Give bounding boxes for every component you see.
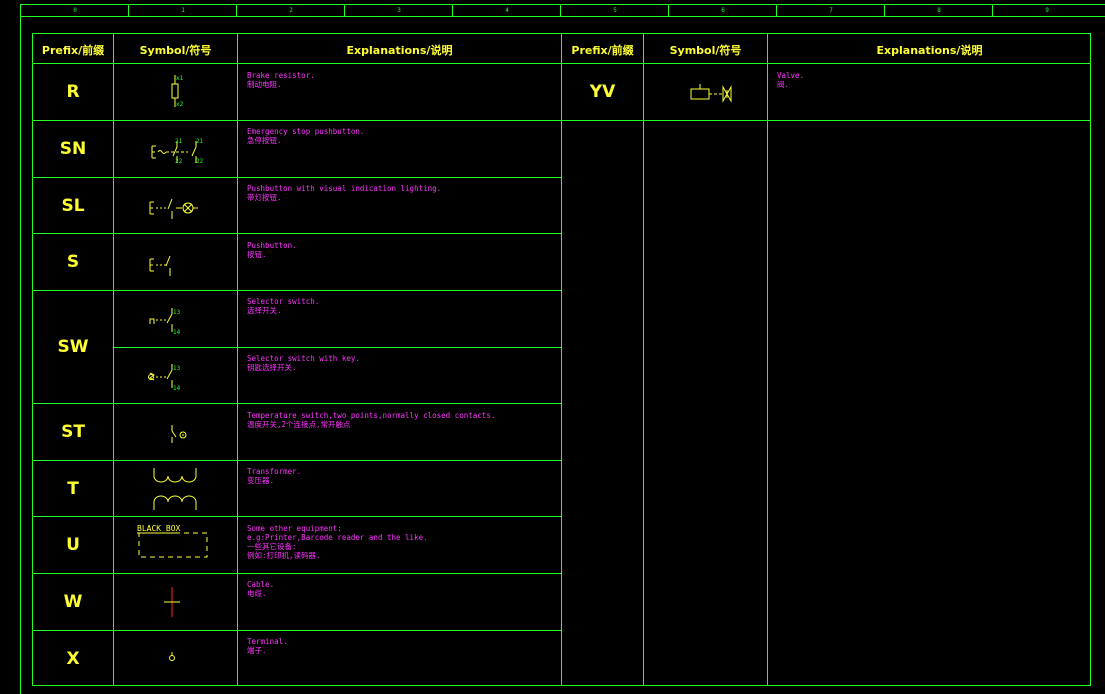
grid-line [32,516,561,517]
terminal-label: 22 [196,158,204,165]
explanation-line: 例如:打印机,读码器. [247,551,321,560]
prefix-cell: SN [59,139,87,159]
explanation-line: 按钮. [247,250,267,259]
grid-line [32,120,1091,121]
explanation-cell: Pushbutton with visual indication lighti… [247,184,441,202]
header-symbol-right: Symbol/符号 [669,44,742,57]
prefix-cell: T [67,479,79,499]
explanation-line: 钥匙选择开关. [247,363,297,372]
black-box-label: BLACK_BOX [137,524,181,533]
grid-line [32,233,561,234]
explanation-line: 制动电阻. [247,80,282,89]
grid-line [32,460,561,461]
explanation-line: Selector switch. [247,297,320,306]
resistor-symbol: x1 x2 [171,75,184,108]
explanation-line: Emergency stop pushbutton. [247,127,365,136]
prefix-cell: U [66,535,80,555]
explanation-cell: Emergency stop pushbutton. 急停按钮. [247,127,364,145]
terminal-label: x2 [176,101,184,108]
explanation-cell: Temperature switch,two points,normally c… [247,411,495,429]
explanation-line: Pushbutton with visual indication lighti… [247,184,442,193]
terminal-label: 13 [173,365,181,372]
grid-line [113,347,561,348]
explanation-line: 选择开关. [247,306,282,315]
temperature-switch-symbol [171,425,187,443]
grid-line [767,33,768,686]
grid-line [32,573,561,574]
grid-line [32,63,1091,64]
explanation-line: 温度开关,2个连接点,常开触点 [247,420,351,429]
terminal-label: x1 [176,75,184,82]
explanation-line: 急停按钮. [247,136,282,145]
terminal-label: 13 [173,309,181,316]
terminal-label: 22 [175,158,183,165]
key-selector-switch-symbol: 13 14 [148,364,181,392]
header-symbol: Symbol/符号 [139,44,212,57]
explanation-cell: Pushbutton. 按钮. [247,241,297,259]
selector-switch-symbol: 13 14 [149,308,181,336]
explanation-cell: Valve. 阀. [777,71,804,89]
grid-line [643,33,644,686]
explanation-line: Selector switch with key. [247,354,360,363]
explanation-cell: Transformer. 变压器. [247,467,301,485]
terminal-label: 14 [173,329,181,336]
explanation-line: Valve. [777,71,805,80]
grid-line [561,33,562,686]
prefix-cell: W [63,592,83,612]
header-explanations-right: Explanations/说明 [876,44,983,57]
explanation-line: e.g:Printer,Barcode reader and the like. [247,533,428,542]
illuminated-pushbutton-symbol [149,198,198,219]
explanation-line: 带灯按钮. [247,193,282,202]
explanation-line: 变压器. [247,476,275,485]
transformer-symbol [153,468,197,510]
explanation-cell: Terminal. 端子. [247,637,288,655]
header-prefix: Prefix/前缀 [41,44,105,57]
explanation-line: 端子. [247,646,267,655]
explanation-cell: Selector switch. 选择开关. [247,297,319,315]
explanation-cell: Cable. 电缆. [247,580,274,598]
prefix-cell: ST [61,422,85,442]
prefix-cell: SL [61,196,85,216]
grid-line [32,403,561,404]
grid-line [237,33,238,686]
valve-symbol [690,84,732,103]
explanation-cell: Selector switch with key. 钥匙选择开关. [247,354,360,372]
explanation-line: 一些其它设备: [247,542,297,551]
explanation-line: Transformer. [247,467,302,476]
grid-line [32,630,561,631]
prefix-cell: R [66,82,80,102]
explanation-line: Brake resistor. [247,71,315,80]
terminal-label: 21 [196,138,204,145]
explanation-cell: Brake resistor. 制动电阻. [247,71,315,89]
explanation-line: Temperature switch,two points,normally c… [247,411,496,420]
pushbutton-symbol [149,255,171,276]
explanation-line: 电缆. [247,589,267,598]
grid-line [32,290,561,291]
explanation-line: 阀. [777,80,790,89]
explanation-line: Terminal. [247,637,288,646]
grid-line [32,177,561,178]
prefix-cell: SW [57,337,89,357]
cable-symbol [164,587,180,617]
header-explanations: Explanations/说明 [346,44,453,57]
grid-line [113,33,114,686]
explanation-line: Cable. [247,580,275,589]
black-box-symbol: BLACK_BOX [137,524,208,558]
terminal-symbol [169,652,175,661]
explanation-line: Pushbutton. [247,241,297,250]
prefix-cell: S [66,252,80,272]
terminal-label: 21 [175,138,183,145]
header-prefix-right: Prefix/前缀 [571,44,634,57]
terminal-label: 14 [173,385,181,392]
prefix-cell: YV [589,82,616,102]
explanation-line: Some other equipment: [247,524,342,533]
emergency-stop-symbol: 21 22 21 22 [151,138,204,165]
prefix-cell: X [66,649,80,669]
explanation-cell: Some other equipment: e.g:Printer,Barcod… [247,524,428,560]
